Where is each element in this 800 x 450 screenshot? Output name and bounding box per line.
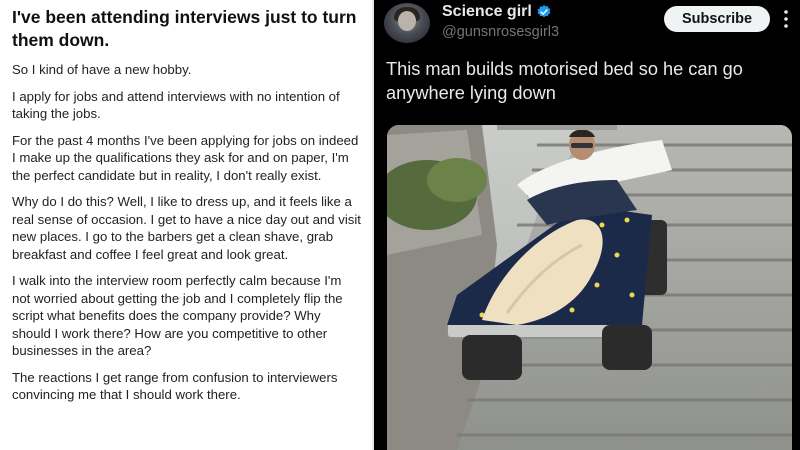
post-paragraph: For the past 4 months I've been applying…: [12, 132, 359, 183]
tweet-text: This man builds motorised bed so he can …: [386, 59, 743, 103]
avatar-face: [398, 11, 416, 31]
author-display-name[interactable]: Science girl: [442, 3, 532, 21]
subscribe-button[interactable]: Subscribe: [664, 6, 770, 32]
post-paragraph: Why do I do this? Well, I like to dress …: [12, 194, 361, 262]
verified-badge-icon: [537, 5, 551, 18]
author-handle[interactable]: @gunsnrosesgirl3: [442, 24, 559, 40]
tweet-panel: Science girl @gunsnrosesgirl3 Subscribe …: [374, 0, 800, 450]
tweet-media-image[interactable]: [387, 125, 792, 450]
post-paragraph: I apply for jobs and attend interviews w…: [12, 88, 340, 122]
post-paragraph: The reactions I get range from confusion…: [12, 369, 338, 403]
post-paragraph: So I kind of have a new hobby.: [12, 62, 192, 77]
reddit-post-panel: I've been attending interviews just to t…: [0, 0, 372, 450]
avatar[interactable]: [384, 3, 430, 43]
post-title: I've been attending interviews just to t…: [12, 7, 357, 50]
reddit-post: I've been attending interviews just to t…: [0, 0, 372, 404]
more-options-icon[interactable]: [780, 8, 792, 30]
post-paragraph: I walk into the interview room perfectly…: [12, 273, 343, 358]
author-name-row[interactable]: Science girl: [442, 3, 552, 21]
